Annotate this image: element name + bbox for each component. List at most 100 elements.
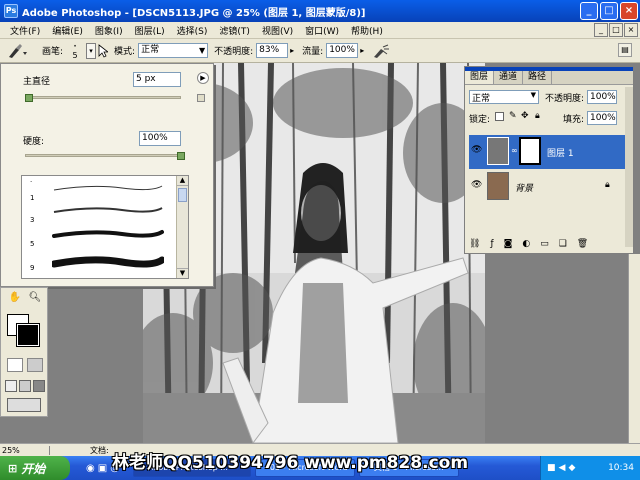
airbrush-icon[interactable]: [372, 43, 390, 59]
jump-to-imageready-icon[interactable]: [7, 398, 41, 412]
eye-icon[interactable]: 👁︎: [471, 145, 482, 155]
lock-transparency-icon[interactable]: [495, 112, 504, 121]
menu-edit[interactable]: 编辑(E): [46, 24, 89, 37]
document-vertical-scrollbar[interactable]: [628, 254, 640, 443]
hardness-label: 硬度:: [23, 137, 45, 147]
scroll-down-icon[interactable]: ▼: [177, 268, 188, 278]
flow-label: 流量:: [302, 47, 324, 57]
opacity-chevron-icon[interactable]: ▸: [290, 46, 294, 55]
doc-restore-button[interactable]: □: [609, 23, 623, 37]
chevron-down-icon: ▼: [530, 91, 536, 99]
lock-image-icon[interactable]: ✎: [509, 111, 517, 121]
new-preset-icon[interactable]: [197, 94, 205, 102]
menu-view[interactable]: 视图(V): [256, 24, 299, 37]
cursor-arrow-icon: [98, 43, 109, 58]
zoom-tool-icon[interactable]: 🔍︎: [27, 290, 43, 306]
close-button[interactable]: ×: [620, 2, 638, 20]
menu-layer[interactable]: 图层(L): [129, 24, 171, 37]
blend-mode-select[interactable]: 正常 ▼: [469, 90, 539, 104]
add-mask-icon[interactable]: ◙: [504, 239, 513, 251]
clock: 10:34: [608, 463, 634, 473]
menu-help[interactable]: 帮助(H): [345, 24, 389, 37]
screen-mode-full-menu-icon[interactable]: [19, 380, 31, 392]
ie-icon[interactable]: ◉: [86, 463, 95, 474]
flow-input[interactable]: 100%: [326, 43, 359, 58]
layer-row-background[interactable]: 👁︎ 背景 🔒︎: [469, 170, 625, 204]
diameter-input[interactable]: 5 px: [133, 72, 181, 87]
trash-icon[interactable]: 🗑︎: [577, 239, 588, 251]
screen-mode-standard-icon[interactable]: [5, 380, 17, 392]
brush-preset-picker[interactable]: · 5: [66, 40, 84, 60]
brush-dot-icon: ·: [30, 178, 33, 186]
start-label: 开始: [21, 461, 46, 476]
hand-tool-icon[interactable]: ✋: [7, 290, 23, 306]
new-set-icon[interactable]: ▭: [540, 239, 549, 251]
layer-style-icon[interactable]: ƒ: [490, 239, 493, 251]
lock-all-icon[interactable]: 🔒︎: [535, 111, 540, 121]
panel-menu-arrow-icon[interactable]: ▶: [197, 72, 209, 84]
tab-layers[interactable]: 图层: [465, 71, 495, 84]
brush-preset-4-stroke[interactable]: [52, 252, 164, 272]
opacity-input[interactable]: 83%: [256, 43, 289, 58]
menu-select[interactable]: 选择(S): [171, 24, 214, 37]
start-button[interactable]: ⊞ 开始: [0, 456, 70, 480]
menu-filter[interactable]: 滤镜(T): [213, 24, 256, 37]
new-layer-icon[interactable]: ❑: [559, 239, 567, 251]
brush-preset-2-stroke[interactable]: [52, 202, 164, 218]
hardness-value: 100%: [142, 133, 168, 143]
lock-label: 锁定:: [469, 115, 491, 125]
layer-row-layer1[interactable]: 👁︎ ∞ 图层 1: [469, 135, 625, 169]
layer-opacity-input[interactable]: 100%: [587, 90, 617, 104]
standard-mode-icon[interactable]: [7, 358, 23, 372]
hardness-slider-track[interactable]: [25, 154, 181, 157]
maximize-button[interactable]: □: [600, 2, 618, 20]
fill-input[interactable]: 100%: [587, 111, 617, 125]
chevron-down-icon: ▼: [198, 46, 206, 55]
scroll-thumb[interactable]: [178, 188, 187, 202]
menu-file[interactable]: 文件(F): [4, 24, 46, 37]
foreground-color-swatch[interactable]: [16, 323, 40, 347]
layers-panel: 图层 通道 路径 正常 ▼ 不透明度: 100% 锁定: ✎ ✥ 🔒︎ 填充: …: [464, 66, 634, 254]
screen-mode-full-icon[interactable]: [33, 380, 45, 392]
doc-close-button[interactable]: ×: [624, 23, 638, 37]
tools-palette: ✋ 🔍︎: [0, 287, 48, 417]
flow-chevron-icon[interactable]: ▸: [360, 46, 364, 55]
link-layers-icon[interactable]: ⛓: [469, 239, 480, 251]
doc-minimize-button[interactable]: _: [594, 23, 608, 37]
brush-list-scrollbar[interactable]: ▲ ▼: [176, 176, 188, 278]
palette-well-icon[interactable]: ▤: [618, 43, 632, 57]
hardness-input[interactable]: 100%: [139, 131, 181, 146]
menu-image[interactable]: 图象(I): [89, 24, 129, 37]
menu-window[interactable]: 窗口(W): [299, 24, 345, 37]
fill-label: 填充:: [563, 115, 585, 125]
layer-mask-thumbnail[interactable]: [519, 137, 541, 165]
diameter-slider-thumb[interactable]: [25, 94, 33, 102]
brush-picker-arrow-icon[interactable]: ▾: [86, 42, 97, 59]
chain-link-icon[interactable]: ∞: [511, 146, 518, 155]
zoom-level[interactable]: 25%: [0, 445, 50, 455]
input-method-icon[interactable]: ■: [547, 463, 556, 473]
quick-mask-icon[interactable]: [27, 358, 43, 372]
lock-position-icon[interactable]: ✥: [521, 111, 529, 121]
minimize-button[interactable]: _: [580, 2, 598, 20]
brush-preset-1-stroke[interactable]: [52, 180, 164, 196]
adjustment-layer-icon[interactable]: ◐: [522, 239, 530, 251]
blend-mode-value: 正常: [472, 94, 491, 104]
volume-icon[interactable]: ◀: [559, 463, 566, 473]
layers-scrollbar[interactable]: [625, 87, 633, 247]
options-bar: 画笔: · 5 ▾ 模式: 正常 ▼ 不透明度: 83% ▸ 流量: 100% …: [0, 39, 640, 63]
hardness-slider-thumb[interactable]: [177, 152, 185, 160]
flow-value: 100%: [329, 45, 355, 55]
eye-icon[interactable]: 👁︎: [471, 180, 482, 190]
mode-select[interactable]: 正常 ▼: [138, 43, 209, 58]
scroll-up-icon[interactable]: ▲: [177, 176, 188, 186]
network-icon[interactable]: ◆: [568, 463, 575, 473]
brush-tool-icon[interactable]: [6, 43, 28, 59]
brush-preset-3-stroke[interactable]: [52, 226, 164, 242]
tab-channels[interactable]: 通道: [494, 71, 524, 84]
system-tray: ■ ◀ ◆ 10:34: [540, 456, 640, 480]
diameter-slider-track[interactable]: [25, 96, 181, 99]
tab-paths[interactable]: 路径: [523, 71, 553, 84]
brush-size-readout: 5: [72, 50, 78, 60]
desktop-icon[interactable]: ▣: [98, 463, 107, 474]
